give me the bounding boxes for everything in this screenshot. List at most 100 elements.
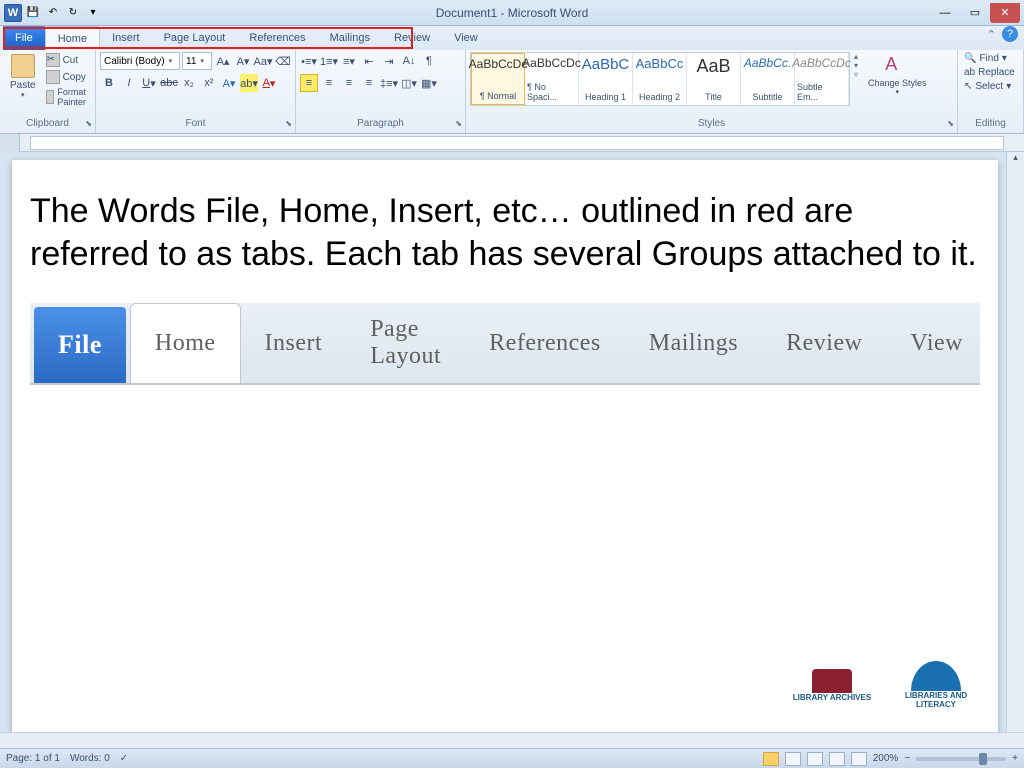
font-size-combo[interactable]: 11▾ <box>182 52 212 70</box>
align-left-button[interactable]: ≡ <box>300 74 318 92</box>
close-button[interactable]: ✕ <box>990 3 1020 23</box>
ztab-insert: Insert <box>241 303 347 383</box>
shading-button[interactable]: ◫▾ <box>400 74 418 92</box>
paragraph-group-label: Paragraph <box>357 118 404 129</box>
minimize-button[interactable]: — <box>930 3 960 23</box>
paragraph-launcher-icon[interactable]: ⬊ <box>455 119 462 128</box>
italic-button[interactable]: I <box>120 74 138 92</box>
font-group-label: Font <box>185 118 205 129</box>
superscript-button[interactable]: x² <box>200 74 218 92</box>
zoom-thumb[interactable] <box>979 753 987 765</box>
borders-button[interactable]: ▦▾ <box>420 74 438 92</box>
vertical-scrollbar[interactable]: ▴ <box>1006 152 1024 748</box>
minimize-ribbon-icon[interactable]: ⌃ <box>987 28 996 41</box>
view-web-layout-button[interactable] <box>807 752 823 766</box>
word-app-icon[interactable]: W <box>4 4 22 22</box>
horizontal-scrollbar[interactable] <box>0 732 1024 748</box>
style-normal[interactable]: AaBbCcDc¶ Normal <box>471 53 525 105</box>
view-draft-button[interactable] <box>851 752 867 766</box>
font-color-button[interactable]: A▾ <box>260 74 278 92</box>
save-icon[interactable]: 💾 <box>24 4 42 22</box>
format-painter-icon <box>46 90 55 104</box>
redo-icon[interactable]: ↻ <box>64 4 82 22</box>
tab-file[interactable]: File <box>3 26 45 50</box>
change-case-button[interactable]: Aa▾ <box>254 52 272 70</box>
clear-formatting-button[interactable]: ⌫ <box>274 52 292 70</box>
ruler-track <box>30 136 1004 150</box>
document-page[interactable]: The Words File, Home, Insert, etc… outli… <box>12 160 998 740</box>
style-subtle-em[interactable]: AaBbCcDcSubtle Em... <box>795 53 849 105</box>
find-button[interactable]: 🔍Find▾ <box>962 52 1017 65</box>
numbering-button[interactable]: 1≡▾ <box>320 52 338 70</box>
tab-page-layout[interactable]: Page Layout <box>152 26 238 50</box>
group-paragraph: •≡▾ 1≡▾ ≡▾ ⇤ ⇥ A↓ ¶ ≡ ≡ ≡ ≡ ‡≡▾ ◫▾ ▦▾ Pa… <box>296 50 466 133</box>
sort-button[interactable]: A↓ <box>400 52 418 70</box>
view-full-screen-button[interactable] <box>785 752 801 766</box>
status-zoom[interactable]: 200% <box>873 753 899 764</box>
text-effects-button[interactable]: A▾ <box>220 74 238 92</box>
zoom-in-button[interactable]: + <box>1012 753 1018 764</box>
maximize-button[interactable]: ▭ <box>960 3 990 23</box>
horizontal-ruler[interactable] <box>0 134 1024 152</box>
replace-button[interactable]: abReplace <box>962 66 1017 79</box>
undo-icon[interactable]: ↶ <box>44 4 62 22</box>
subscript-button[interactable]: x₂ <box>180 74 198 92</box>
font-name-combo[interactable]: Calibri (Body)▾ <box>100 52 180 70</box>
clipboard-launcher-icon[interactable]: ⬊ <box>85 119 92 128</box>
underline-button[interactable]: U▾ <box>140 74 158 92</box>
increase-indent-button[interactable]: ⇥ <box>380 52 398 70</box>
qat-customize-icon[interactable]: ▾ <box>84 4 102 22</box>
decrease-indent-button[interactable]: ⇤ <box>360 52 378 70</box>
group-styles: AaBbCcDc¶ Normal AaBbCcDc¶ No Spaci... A… <box>466 50 958 133</box>
ztab-references: References <box>465 303 625 383</box>
tab-references[interactable]: References <box>237 26 317 50</box>
highlight-button[interactable]: ab▾ <box>240 74 258 92</box>
quick-access-toolbar: W 💾 ↶ ↻ ▾ <box>0 4 102 22</box>
font-launcher-icon[interactable]: ⬊ <box>285 119 292 128</box>
style-subtitle[interactable]: AaBbCc.Subtitle <box>741 53 795 105</box>
bold-button[interactable]: B <box>100 74 118 92</box>
status-words[interactable]: Words: 0 <box>70 753 110 764</box>
status-proofing-icon[interactable]: ✓ <box>120 753 128 764</box>
format-painter-button[interactable]: Format Painter <box>44 86 94 108</box>
style-gallery[interactable]: AaBbCcDc¶ Normal AaBbCcDc¶ No Spaci... A… <box>470 52 850 106</box>
document-area: ▴ The Words File, Home, Insert, etc… out… <box>0 152 1024 748</box>
grow-font-button[interactable]: A▴ <box>214 52 232 70</box>
status-page[interactable]: Page: 1 of 1 <box>6 753 60 764</box>
bullets-button[interactable]: •≡▾ <box>300 52 318 70</box>
multilevel-button[interactable]: ≡▾ <box>340 52 358 70</box>
scroll-up-icon[interactable]: ▴ <box>1007 152 1024 168</box>
show-marks-button[interactable]: ¶ <box>420 52 438 70</box>
zoom-slider[interactable] <box>916 757 1006 761</box>
zoom-out-button[interactable]: − <box>904 753 910 764</box>
copy-button[interactable]: Copy <box>44 69 94 85</box>
help-icon[interactable]: ? <box>1002 26 1018 42</box>
shrink-font-button[interactable]: A▾ <box>234 52 252 70</box>
change-styles-button[interactable]: A Change Styles ▾ <box>862 52 933 98</box>
align-right-button[interactable]: ≡ <box>340 74 358 92</box>
tab-review[interactable]: Review <box>382 26 442 50</box>
style-no-spacing[interactable]: AaBbCcDc¶ No Spaci... <box>525 53 579 105</box>
styles-launcher-icon[interactable]: ⬊ <box>947 119 954 128</box>
tab-home[interactable]: Home <box>45 26 100 50</box>
line-spacing-button[interactable]: ‡≡▾ <box>380 74 398 92</box>
style-gallery-more[interactable]: ▴▾▿ <box>852 52 860 79</box>
strikethrough-button[interactable]: abc <box>160 74 178 92</box>
paste-button[interactable]: Paste ▾ <box>4 52 42 101</box>
tab-insert[interactable]: Insert <box>100 26 152 50</box>
align-center-button[interactable]: ≡ <box>320 74 338 92</box>
view-print-layout-button[interactable] <box>763 752 779 766</box>
style-heading-2[interactable]: AaBbCcHeading 2 <box>633 53 687 105</box>
style-heading-1[interactable]: AaBbCHeading 1 <box>579 53 633 105</box>
tab-mailings[interactable]: Mailings <box>318 26 382 50</box>
tab-view[interactable]: View <box>442 26 490 50</box>
cut-button[interactable]: ✂Cut <box>44 52 94 68</box>
style-title[interactable]: AaBTitle <box>687 53 741 105</box>
select-button[interactable]: ↖Select▾ <box>962 80 1017 93</box>
change-styles-icon: A <box>885 54 909 78</box>
ztab-file: File <box>34 307 126 383</box>
ruler-corner[interactable] <box>0 134 20 152</box>
copy-icon <box>46 70 60 84</box>
justify-button[interactable]: ≡ <box>360 74 378 92</box>
view-outline-button[interactable] <box>829 752 845 766</box>
